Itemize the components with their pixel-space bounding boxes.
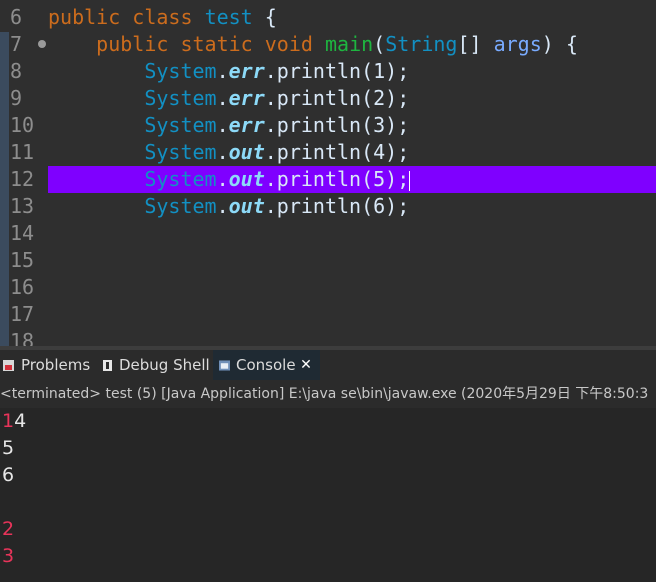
view-tab-bar: Problems Debug Shell Console ✕ [0, 350, 656, 380]
stdout-text: 4 [14, 410, 27, 432]
problems-icon [3, 360, 14, 371]
dot: . [264, 140, 277, 164]
class-ref: System [144, 59, 217, 83]
line-number: 15 [10, 248, 35, 272]
dot: . [216, 194, 229, 218]
tab-label: Console [236, 356, 296, 374]
tab-label: Problems [21, 356, 91, 374]
dot: . [264, 86, 277, 110]
line-number: 8 [10, 59, 23, 83]
line-number: 11 [10, 140, 35, 164]
method-call: println(5); [276, 167, 410, 191]
class-ref: System [144, 140, 217, 164]
class-ref: System [144, 194, 217, 218]
console-line: 5 [2, 437, 15, 459]
debug-shell-icon [103, 360, 112, 371]
keyword: class [132, 5, 193, 29]
code-line-statement: System.err.println(2); [48, 85, 409, 112]
dot: . [216, 86, 229, 110]
stderr-text: 1 [2, 410, 15, 432]
static-field: err [228, 113, 265, 137]
eclipse-window: 6 7 8 9 10 11 12 13 14 15 16 17 18 colla… [0, 0, 656, 582]
line-number: 13 [10, 194, 35, 218]
class-ref: System [144, 167, 217, 191]
line-number: 9 [10, 86, 23, 110]
console-output[interactable]: 14 5 6 2 3 [0, 408, 656, 582]
array-brackets: [] [457, 32, 494, 56]
method-call: println(3); [276, 113, 410, 137]
dot: . [216, 113, 229, 137]
method-call: println(2); [276, 86, 410, 110]
close-icon[interactable]: ✕ [299, 350, 313, 380]
tab-problems[interactable]: Problems [0, 350, 98, 380]
method-call: println(4); [276, 140, 410, 164]
type-name: String [385, 32, 458, 56]
text-caret [409, 170, 411, 191]
line-number: 14 [10, 221, 35, 245]
method-call: println(6); [276, 194, 410, 218]
console-line: 2 [2, 518, 15, 540]
tab-debug-shell[interactable]: Debug Shell [98, 350, 212, 380]
code-line-current: System.out.println(5); [48, 166, 411, 193]
line-number: 18 [10, 329, 35, 346]
dot: . [264, 167, 277, 191]
static-field: err [228, 86, 265, 110]
console-line: 3 [2, 545, 15, 567]
line-number: 12 [10, 167, 35, 191]
code-line-main-method: public static void main(String[] args) { [48, 31, 578, 58]
class-name: test [204, 5, 253, 29]
keyword: public [96, 32, 169, 56]
code-line-class-declaration: public class test { [48, 4, 277, 31]
code-line-statement: System.out.println(4); [48, 139, 409, 166]
static-field: out [228, 194, 265, 218]
tab-label: Debug Shell [119, 356, 210, 374]
line-number: 10 [10, 113, 35, 137]
keyword: void [264, 32, 313, 56]
collapse-marker-icon[interactable]: collapse-marker-icon [38, 40, 46, 48]
method-call: println(1); [276, 59, 410, 83]
tab-console[interactable]: Console ✕ [213, 350, 320, 380]
console-icon [219, 360, 230, 371]
dot: . [216, 59, 229, 83]
paren: ( [373, 32, 386, 56]
code-line-statement: System.err.println(3); [48, 112, 409, 139]
code-line-statement: System.err.println(1); [48, 58, 409, 85]
class-ref: System [144, 86, 217, 110]
dot: . [264, 59, 277, 83]
line-number-gutter: 6 7 8 9 10 11 12 13 14 15 16 17 18 colla… [0, 0, 46, 346]
dot: . [216, 167, 229, 191]
paren: ) { [541, 32, 578, 56]
static-field: out [228, 140, 265, 164]
dot: . [216, 140, 229, 164]
keyword: public [48, 5, 121, 29]
dot: . [264, 194, 277, 218]
code-editor[interactable]: 6 7 8 9 10 11 12 13 14 15 16 17 18 colla… [0, 0, 656, 346]
class-ref: System [144, 113, 217, 137]
console-line: 6 [2, 464, 15, 486]
static-field: err [228, 59, 265, 83]
line-number: 16 [10, 275, 35, 299]
line-number: 7 [10, 32, 23, 56]
dot: . [264, 113, 277, 137]
keyword: static [180, 32, 253, 56]
method-name: main [324, 32, 374, 56]
console-line: 14 [2, 408, 26, 435]
static-field: out [228, 167, 265, 191]
code-line-statement: System.out.println(6); [48, 193, 409, 220]
gutter-annotation-strip [0, 32, 9, 346]
brace: { [252, 5, 277, 29]
line-number: 6 [10, 5, 23, 29]
console-status-line: <terminated> test (5) [Java Application]… [0, 380, 656, 408]
line-number: 17 [10, 302, 35, 326]
parameter-name: args [493, 32, 542, 56]
